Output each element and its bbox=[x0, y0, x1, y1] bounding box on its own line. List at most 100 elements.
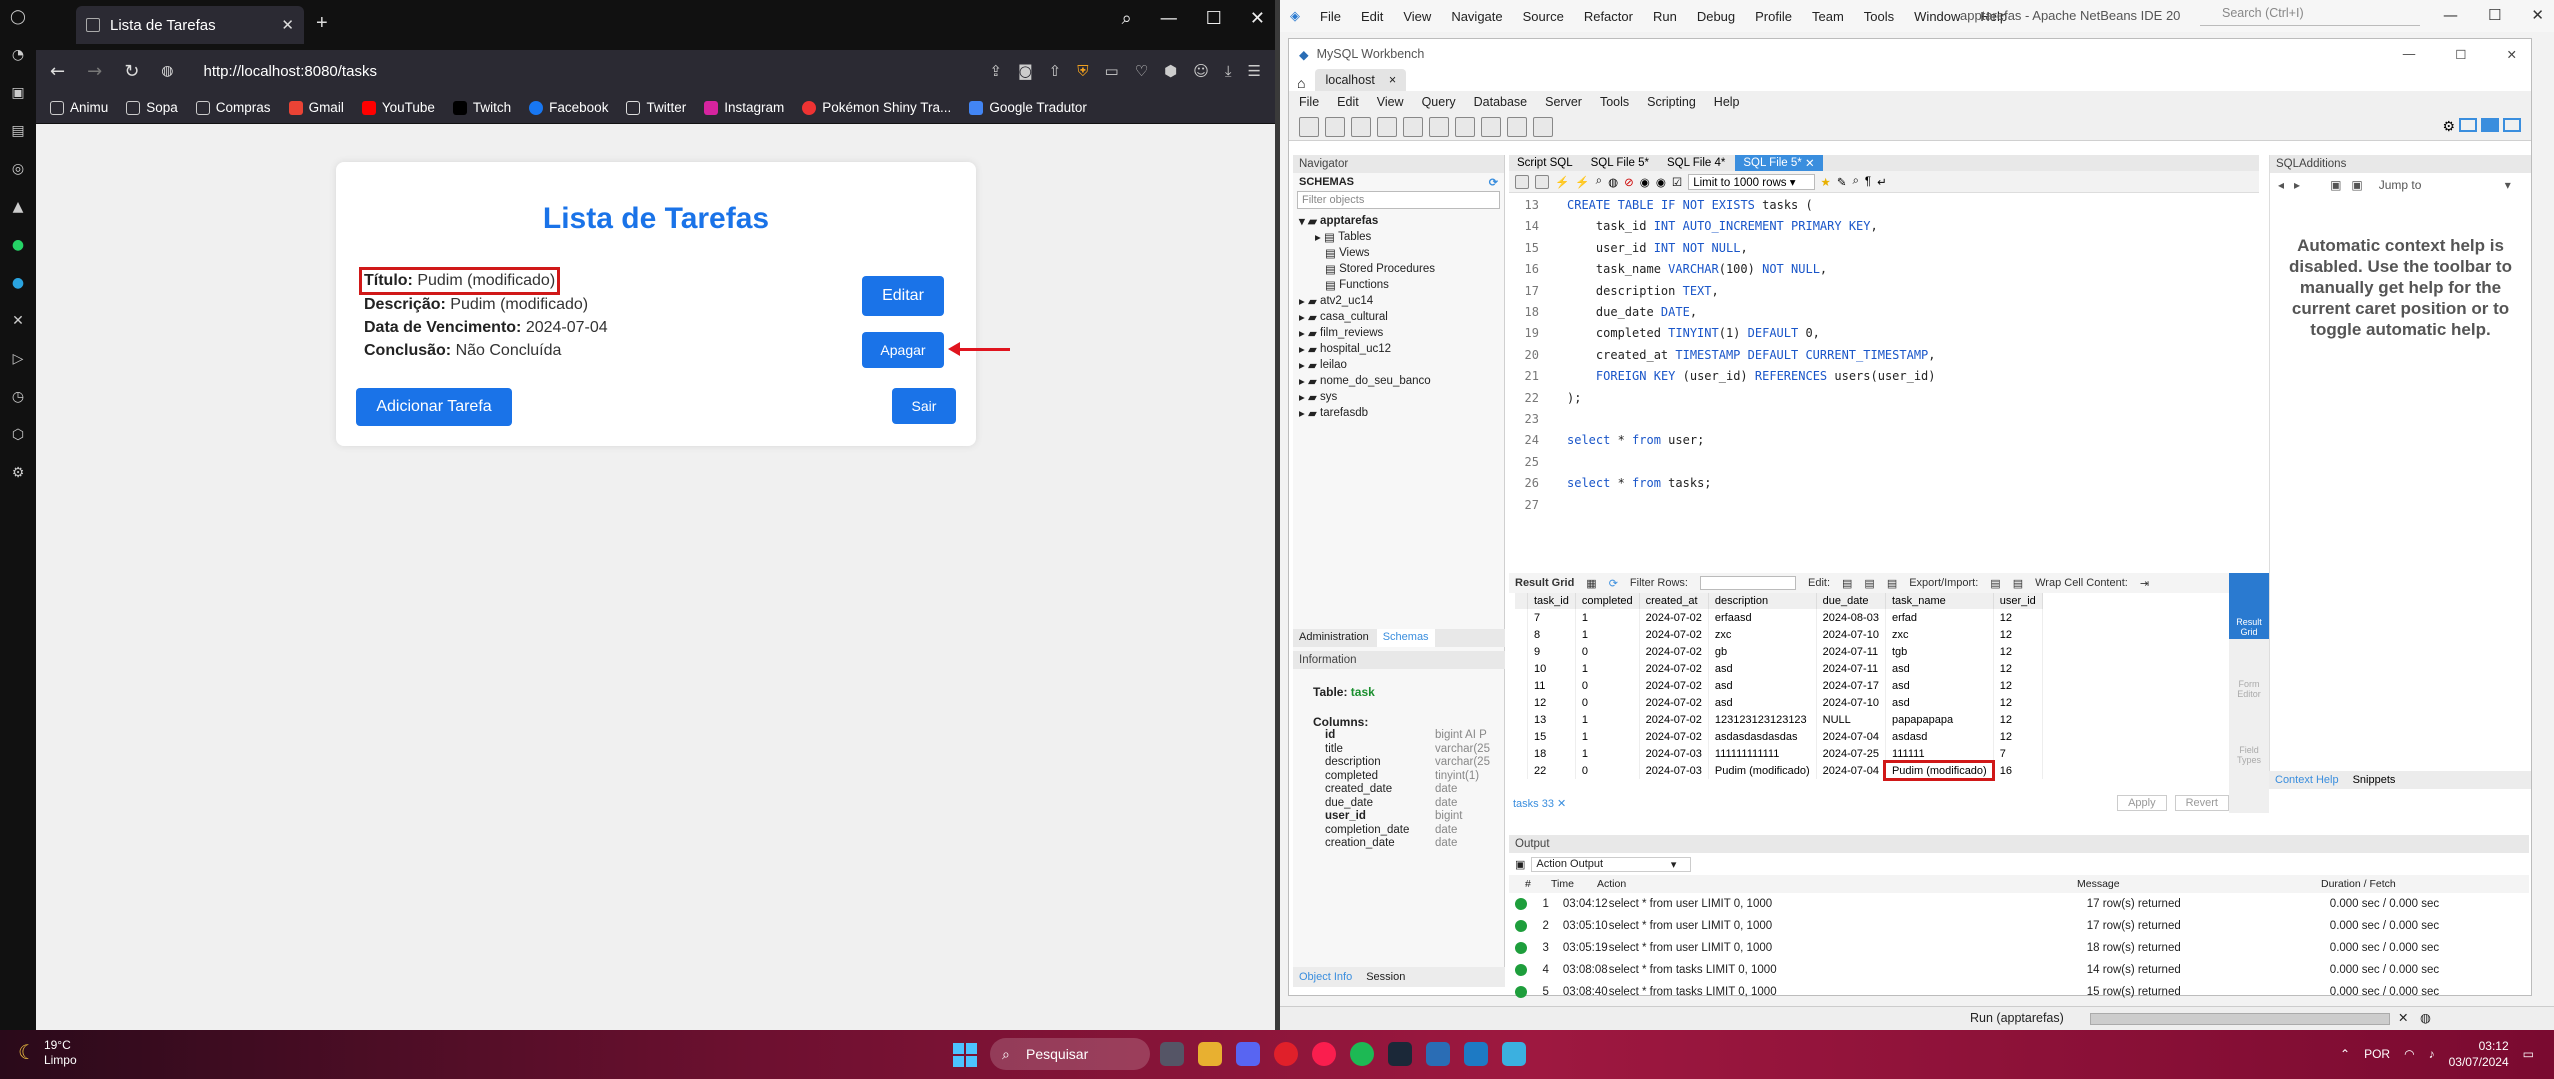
maximize-icon[interactable]: ☐ bbox=[2488, 6, 2501, 24]
table-row[interactable]: 11 0 2024-07-02 asd 2024-07-17 asd 12 bbox=[1515, 677, 2043, 694]
table-cell[interactable]: 2024-07-25 bbox=[1816, 745, 1886, 762]
weather-widget[interactable]: ☾ 19°C Limpo bbox=[18, 1038, 77, 1068]
back-icon[interactable]: ◂ bbox=[2278, 178, 2284, 192]
history-icon[interactable]: ◷ bbox=[9, 388, 27, 406]
create-table-icon[interactable] bbox=[1403, 116, 1423, 137]
apply-button[interactable]: Apply bbox=[2117, 795, 2167, 811]
export-icon[interactable]: ▤ bbox=[1990, 577, 2000, 590]
table-cell[interactable]: tgb bbox=[1885, 643, 1994, 660]
wrap-cell-icon[interactable]: ⇥ bbox=[2140, 577, 2149, 590]
grid-icon[interactable]: ▦ bbox=[1586, 577, 1596, 590]
table-cell[interactable]: 1 bbox=[1575, 660, 1640, 677]
table-cell[interactable]: 0 bbox=[1575, 643, 1640, 660]
invisible-chars-icon[interactable]: ¶ bbox=[1865, 176, 1871, 188]
execute-current-icon[interactable]: ⚡ bbox=[1575, 175, 1589, 189]
wifi-icon[interactable]: ◠ bbox=[2404, 1047, 2414, 1061]
volume-icon[interactable]: ♪ bbox=[2429, 1047, 2435, 1061]
table-cell[interactable]: asdasdasdasdas bbox=[1708, 728, 1817, 745]
editor-tab[interactable]: SQL File 5* bbox=[1583, 155, 1657, 171]
star-icon[interactable]: ★ bbox=[1821, 175, 1831, 189]
whatsapp-icon[interactable]: ● bbox=[9, 236, 27, 254]
editor-tab[interactable]: SQL File 4* bbox=[1659, 155, 1733, 171]
collapse-icon[interactable]: ▸ bbox=[1299, 326, 1305, 340]
table-cell[interactable]: asd bbox=[1708, 660, 1817, 677]
forward-icon[interactable]: ▸ bbox=[2294, 178, 2300, 192]
reconnect-icon[interactable] bbox=[1533, 116, 1553, 137]
collapse-icon[interactable]: ▸ bbox=[1299, 374, 1305, 388]
schema-item[interactable]: ▸ ▰ nome_do_seu_banco bbox=[1293, 373, 1504, 389]
editor-tab[interactable]: Script SQL bbox=[1509, 155, 1581, 171]
row-selector[interactable] bbox=[1515, 643, 1528, 660]
menu-item[interactable]: Team bbox=[1812, 9, 1844, 24]
schema-item[interactable]: ▾ ▰ apptarefas bbox=[1293, 213, 1504, 229]
table-cell[interactable]: 2024-07-02 bbox=[1639, 728, 1709, 745]
menu-item[interactable]: Edit bbox=[1337, 95, 1359, 109]
code-line[interactable]: 21 FOREIGN KEY (user_id) REFERENCES user… bbox=[1509, 366, 2259, 387]
collapse-icon[interactable]: ▸ bbox=[1299, 390, 1305, 404]
table-cell[interactable]: asd bbox=[1885, 677, 1994, 694]
menu-icon[interactable]: ☰ bbox=[1248, 62, 1261, 80]
schema-folder[interactable]: ▸ ▤ Tables bbox=[1293, 229, 1504, 245]
table-cell[interactable]: 7 bbox=[1993, 745, 2043, 762]
close-tab-icon[interactable]: × bbox=[1389, 73, 1396, 87]
table-cell[interactable]: 1 bbox=[1575, 745, 1640, 762]
code-line[interactable]: 26 select * from tasks; bbox=[1509, 473, 2259, 494]
table-cell[interactable]: 12 bbox=[1993, 626, 2043, 643]
refresh-icon[interactable]: ⟳ bbox=[1489, 176, 1498, 189]
save-icon[interactable] bbox=[1535, 174, 1549, 189]
output-row[interactable]: 3 03:05:19 select * from user LIMIT 0, 100… bbox=[1509, 937, 2529, 959]
send-icon[interactable]: ⇪ bbox=[990, 62, 1003, 80]
table-cell[interactable]: 22 bbox=[1527, 762, 1576, 779]
menu-item[interactable]: Run bbox=[1653, 9, 1677, 24]
code-line[interactable]: 15 user_id INT NOT NULL, bbox=[1509, 238, 2259, 259]
table-cell[interactable]: asd bbox=[1708, 694, 1817, 711]
revert-button[interactable]: Revert bbox=[2174, 795, 2229, 811]
column-header[interactable]: completed bbox=[1575, 593, 1640, 609]
explain-icon[interactable]: ⌕ bbox=[1596, 175, 1602, 188]
table-row[interactable]: 22 0 2024-07-03 Pudim (modificado) 2024-07-0… bbox=[1515, 760, 2043, 781]
schema-folder[interactable]: ▤ Views bbox=[1293, 245, 1504, 261]
table-cell[interactable]: 2024-07-04 bbox=[1816, 762, 1886, 779]
maximize-icon[interactable]: ☐ bbox=[1206, 8, 1222, 29]
table-cell[interactable]: 1 bbox=[1575, 711, 1640, 728]
url-field[interactable]: http://localhost:8080/tasks bbox=[204, 63, 377, 80]
table-cell[interactable]: Pudim (modificado) bbox=[1708, 762, 1817, 779]
menu-item[interactable]: File bbox=[1299, 95, 1319, 109]
clock[interactable]: 03:12 03/07/2024 bbox=[2449, 1038, 2509, 1070]
edit-row-icon[interactable]: ▤ bbox=[1842, 577, 1852, 590]
code-line[interactable]: 13 CREATE TABLE IF NOT EXISTS tasks ( bbox=[1509, 195, 2259, 216]
table-cell[interactable]: 12 bbox=[1993, 643, 2043, 660]
menu-item[interactable]: Refactor bbox=[1584, 9, 1633, 24]
schema-folder[interactable]: ▤ Functions bbox=[1293, 277, 1504, 293]
bookmark-item[interactable]: YouTube bbox=[361, 100, 435, 115]
spotify-icon[interactable] bbox=[1350, 1042, 1374, 1066]
table-cell[interactable]: 2024-07-11 bbox=[1816, 643, 1886, 660]
notifications-icon[interactable]: ◍ bbox=[2420, 1010, 2431, 1025]
minimize-icon[interactable]: — bbox=[1160, 8, 1178, 29]
import-icon[interactable]: ▤ bbox=[2013, 577, 2023, 590]
steam-icon[interactable] bbox=[1388, 1042, 1412, 1066]
download-icon[interactable]: ⤓ bbox=[1225, 62, 1232, 80]
autocommit-icon[interactable]: ☑ bbox=[1672, 175, 1682, 189]
close-tab-icon[interactable]: ✕ bbox=[1557, 798, 1566, 810]
menu-item[interactable]: File bbox=[1320, 9, 1341, 24]
tray-expand-icon[interactable]: ⌃ bbox=[2340, 1047, 2350, 1061]
table-cell[interactable]: 12 bbox=[1993, 711, 2043, 728]
edit-button[interactable]: Editar bbox=[862, 276, 944, 316]
collapse-icon[interactable]: ▸ bbox=[1315, 230, 1321, 244]
table-cell[interactable]: 2024-07-10 bbox=[1816, 626, 1886, 643]
schema-item[interactable]: ▸ ▰ sys bbox=[1293, 389, 1504, 405]
connection-tab[interactable]: localhost × bbox=[1315, 69, 1407, 91]
wrap-icon[interactable]: ↵ bbox=[1877, 175, 1887, 189]
table-row[interactable]: 18 1 2024-07-03 111111111111 2024-07-25 11111… bbox=[1515, 745, 2043, 762]
create-view-icon[interactable] bbox=[1429, 116, 1449, 137]
add-row-icon[interactable]: ▤ bbox=[1864, 577, 1874, 590]
table-cell[interactable]: 2024-07-11 bbox=[1816, 660, 1886, 677]
close-tab-icon[interactable]: ✕ bbox=[281, 16, 294, 34]
rollback-icon[interactable]: ◉ bbox=[1656, 175, 1666, 189]
table-cell[interactable]: 1 bbox=[1575, 728, 1640, 745]
table-row[interactable]: 10 1 2024-07-02 asd 2024-07-11 asd 12 bbox=[1515, 660, 2043, 677]
wallet-icon[interactable]: ▭ bbox=[1105, 62, 1119, 80]
toggle-error-icon[interactable]: ⊘ bbox=[1624, 175, 1634, 189]
speed-dial-icon[interactable]: ◔ bbox=[9, 46, 27, 64]
